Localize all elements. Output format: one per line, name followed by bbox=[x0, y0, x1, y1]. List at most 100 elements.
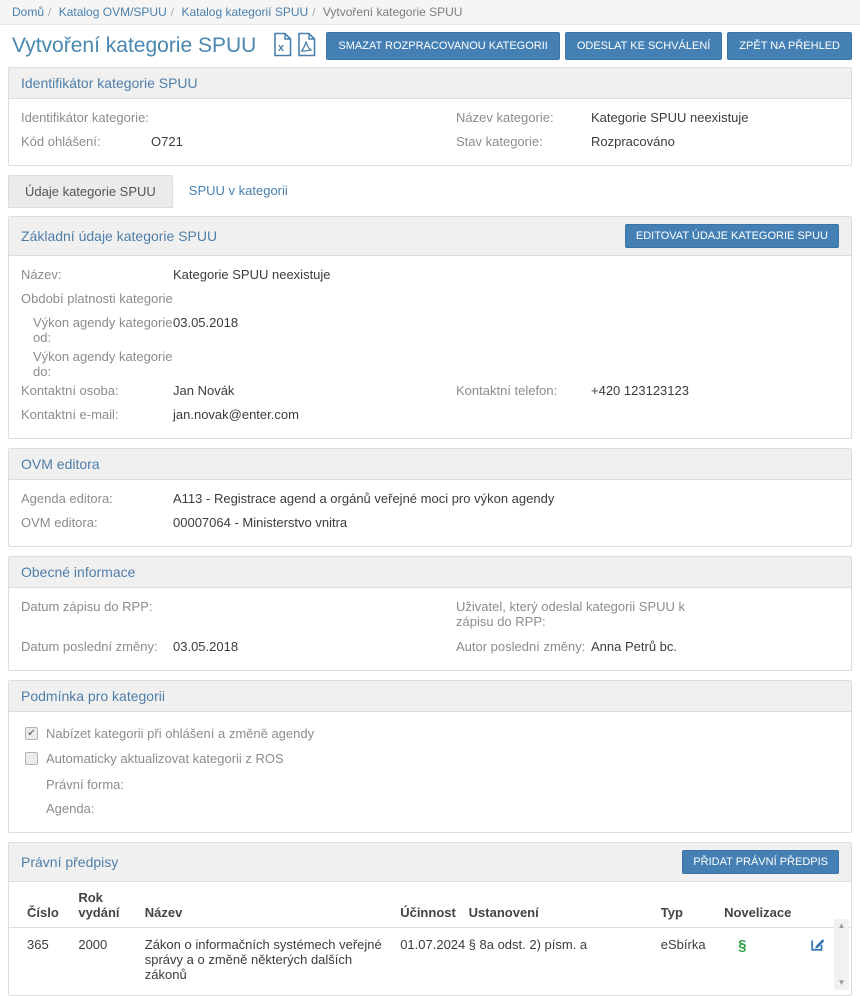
field-label: Období platnosti kategorie bbox=[21, 291, 173, 306]
legal-form-field: Právní forma: bbox=[21, 775, 839, 799]
contact-phone-field: Kontaktní telefon: +420 123123123 bbox=[430, 381, 839, 405]
send-for-approval-button[interactable]: ODESLAT KE SCHVÁLENÍ bbox=[565, 32, 722, 60]
breadcrumb-home[interactable]: Domů bbox=[12, 5, 44, 19]
field-label: Název kategorie: bbox=[456, 110, 591, 125]
cell-novelizace: § bbox=[718, 928, 795, 992]
rpp-date-field: Datum zápisu do RPP: bbox=[21, 597, 430, 637]
breadcrumb: Domů / Katalog OVM/SPUU / Katalog kategori… bbox=[0, 0, 860, 25]
breadcrumb-katalog-kategorii[interactable]: Katalog kategorií SPUU bbox=[181, 5, 308, 19]
field-value: Kategorie SPUU neexistuje bbox=[173, 267, 331, 282]
field-label: Výkon agendy kategorie od: bbox=[33, 315, 173, 345]
validity-period-group-label: Období platnosti kategorie bbox=[21, 289, 839, 313]
field-label: Autor poslední změny: bbox=[456, 639, 591, 654]
breadcrumb-separator: / bbox=[48, 5, 51, 19]
general-info-section: Obecné informace Datum zápisu do RPP: Da… bbox=[8, 556, 852, 671]
page-title: Vytvoření kategorie SPUU bbox=[12, 34, 256, 58]
add-legal-regulation-button[interactable]: PŘIDAT PRÁVNÍ PŘEDPIS bbox=[682, 850, 839, 874]
field-label: Agenda: bbox=[46, 801, 94, 816]
field-label: Stav kategorie: bbox=[456, 134, 591, 149]
offer-category-check-row: Nabízet kategorii při ohlášení a změně a… bbox=[21, 721, 839, 746]
column-header-ustanoveni: Ustanovení bbox=[463, 882, 655, 928]
checkbox-label: Nabízet kategorii při ohlášení a změně a… bbox=[46, 726, 314, 741]
scroll-down-icon[interactable]: ▼ bbox=[834, 976, 849, 990]
field-label: Výkon agendy kategorie do: bbox=[33, 349, 173, 379]
edit-row-icon[interactable] bbox=[811, 937, 825, 954]
column-header-novelizace: Novelizace bbox=[718, 882, 795, 928]
field-label: Právní forma: bbox=[46, 777, 124, 792]
novelizace-paragraph-link[interactable]: § bbox=[724, 937, 746, 954]
legal-regulations-section: Právní předpisy PŘIDAT PRÁVNÍ PŘEDPIS Čí… bbox=[8, 842, 852, 996]
field-value: Rozpracováno bbox=[591, 134, 675, 149]
contact-person-field: Kontaktní osoba: Jan Novák bbox=[21, 381, 430, 405]
legal-regulations-section-title: Právní předpisy bbox=[21, 854, 118, 870]
table-header-row: Číslo Rok vydání Název Účinnost Ustanove… bbox=[9, 882, 851, 928]
cell-typ: eSbírka bbox=[655, 928, 718, 992]
back-to-overview-button[interactable]: ZPĚT NA PŘEHLED bbox=[727, 32, 852, 60]
category-condition-section: Podmínka pro kategorii Nabízet kategorii… bbox=[8, 680, 852, 833]
export-excel-icon[interactable]: x bbox=[272, 32, 293, 60]
name-field: Název: Kategorie SPUU neexistuje bbox=[21, 265, 839, 289]
code-field: Kód ohlášení: O721 bbox=[21, 132, 430, 156]
cell-ustanoveni: § 8a odst. 2) písm. a bbox=[463, 928, 655, 992]
field-label: Kontaktní telefon: bbox=[456, 383, 591, 398]
column-header-rok-vydani: Rok vydání bbox=[72, 882, 138, 928]
svg-text:x: x bbox=[278, 42, 285, 54]
basic-data-section-header: Základní údaje kategorie SPUU EDITOVAT Ú… bbox=[9, 217, 851, 256]
auto-update-check-row: Automaticky aktualizovat kategorii z ROS bbox=[21, 746, 839, 771]
delete-draft-category-button[interactable]: SMAZAT ROZPRACOVANOU KATEGORII bbox=[326, 32, 559, 60]
validity-from-field: Výkon agendy kategorie od: 03.05.2018 bbox=[21, 313, 839, 347]
table-row: 365 2000 Zákon o informačních systémech … bbox=[9, 928, 851, 992]
contact-email-field: Kontaktní e-mail: jan.novak@enter.com bbox=[21, 405, 839, 429]
validity-to-field: Výkon agendy kategorie do: bbox=[21, 347, 839, 381]
legal-regulations-section-header: Právní předpisy PŘIDAT PRÁVNÍ PŘEDPIS bbox=[9, 843, 851, 882]
field-value: jan.novak@enter.com bbox=[173, 407, 299, 422]
field-label: Identifikátor kategorie: bbox=[21, 110, 151, 125]
general-info-section-title: Obecné informace bbox=[21, 564, 135, 580]
auto-checkbox[interactable] bbox=[25, 752, 38, 765]
field-value: A113 - Registrace agend a orgánů veřejné… bbox=[173, 491, 554, 506]
last-change-date-field: Datum poslední změny: 03.05.2018 bbox=[21, 637, 430, 661]
identifier-section: Identifikátor kategorie SPUU Identifikát… bbox=[8, 67, 852, 166]
field-value: +420 123123123 bbox=[591, 383, 689, 398]
cell-nazev: Zákon o informačních systémech veřejné s… bbox=[139, 928, 394, 992]
edit-category-data-button[interactable]: EDITOVAT ÚDAJE KATEGORIE SPUU bbox=[625, 224, 839, 248]
breadcrumb-katalog-ovm[interactable]: Katalog OVM/SPUU bbox=[59, 5, 167, 19]
field-label: Kontaktní e-mail: bbox=[21, 407, 173, 422]
field-label: Kód ohlášení: bbox=[21, 134, 151, 149]
offer-checkbox[interactable] bbox=[25, 727, 38, 740]
field-value: 03.05.2018 bbox=[173, 315, 238, 330]
field-label: Název: bbox=[21, 267, 173, 282]
ovm-editor-section-title: OVM editora bbox=[21, 456, 100, 472]
column-header-nazev: Název bbox=[139, 882, 394, 928]
column-header-cislo: Číslo bbox=[9, 882, 72, 928]
field-value: 00007064 - Ministerstvo vnitra bbox=[173, 515, 347, 530]
field-value: Jan Novák bbox=[173, 383, 234, 398]
table-scrollbar[interactable]: ▲ ▼ bbox=[834, 919, 849, 990]
tab-spuu-v-kategorii[interactable]: SPUU v kategorii bbox=[173, 175, 304, 208]
field-label: Kontaktní osoba: bbox=[21, 383, 173, 398]
breadcrumb-separator: / bbox=[312, 5, 315, 19]
agenda-editor-field: Agenda editora: A113 - Registrace agend … bbox=[21, 489, 839, 513]
field-value: O721 bbox=[151, 134, 183, 149]
agenda-field: Agenda: bbox=[21, 799, 839, 823]
field-value: Anna Petrů bc. bbox=[591, 639, 677, 654]
ovm-editor-section: OVM editora Agenda editora: A113 - Regis… bbox=[8, 448, 852, 547]
category-condition-section-header: Podmínka pro kategorii bbox=[9, 681, 851, 712]
last-change-author-field: Autor poslední změny: Anna Petrů bc. bbox=[456, 637, 839, 661]
field-label: Agenda editora: bbox=[21, 491, 173, 506]
column-header-ucinnost: Účinnost bbox=[394, 882, 462, 928]
identifier-section-header: Identifikátor kategorie SPUU bbox=[9, 68, 851, 99]
cell-cislo: 365 bbox=[9, 928, 72, 992]
tab-udaje-kategorie[interactable]: Údaje kategorie SPUU bbox=[8, 175, 173, 208]
page-header: Vytvoření kategorie SPUU x SMAZAT ROZPRA… bbox=[0, 25, 860, 67]
checkbox-label: Automaticky aktualizovat kategorii z ROS bbox=[46, 751, 284, 766]
export-pdf-icon[interactable] bbox=[296, 32, 317, 60]
ovm-editor-field: OVM editora: 00007064 - Ministerstvo vni… bbox=[21, 513, 839, 537]
scroll-up-icon[interactable]: ▲ bbox=[834, 919, 849, 933]
category-state-field: Stav kategorie: Rozpracováno bbox=[456, 132, 839, 156]
ovm-editor-section-header: OVM editora bbox=[9, 449, 851, 480]
general-info-section-header: Obecné informace bbox=[9, 557, 851, 588]
identifier-field: Identifikátor kategorie: bbox=[21, 108, 430, 132]
column-header-typ: Typ bbox=[655, 882, 718, 928]
identifier-section-title: Identifikátor kategorie SPUU bbox=[21, 75, 198, 91]
